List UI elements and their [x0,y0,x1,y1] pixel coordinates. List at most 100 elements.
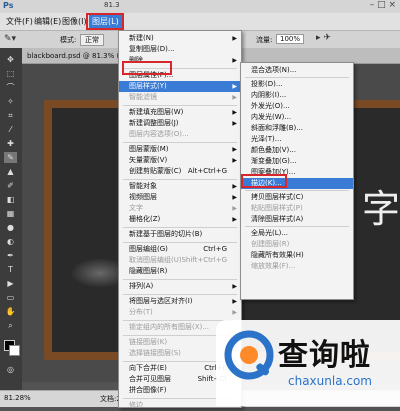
text-tool-icon[interactable]: T [4,264,17,275]
menu-separator [245,190,349,191]
layer-menu-item[interactable]: 排列(A) ▶ [119,281,241,292]
background-color-swatch[interactable] [9,345,20,356]
layer-menu-item[interactable]: 图层蒙版(M) ▶ [119,144,241,155]
history-brush-icon[interactable]: ✐ [4,180,17,191]
eyedropper-tool-icon[interactable]: ⁄ [4,124,17,135]
chalk-character: 字 [362,187,400,231]
submenu-arrow-icon: ▶ [232,109,237,116]
submenu-arrow-icon: ▶ [232,94,237,101]
brush-tool-icon[interactable]: ✎ [4,152,17,163]
eraser-tool-icon[interactable]: ◧ [4,194,17,205]
menu-item-shortcut: Ctrl+G [203,245,227,253]
style-menu-item[interactable]: 混合选项(N)... [241,65,353,76]
layer-menu-item[interactable]: 图层样式(Y) ▶ [119,81,241,92]
menu-separator [123,142,237,143]
menu-item-label: 链接图层(K) [129,338,168,346]
style-menu-item[interactable]: 全局光(L)... [241,228,353,239]
gradient-tool-icon[interactable]: ▦ [4,208,17,219]
mode-label: 模式: [60,36,77,44]
marquee-tool-icon[interactable]: ⬚ [4,68,17,79]
menu-item-label: 图层蒙版(M) [129,145,169,153]
menu-item-label: 投影(D)... [251,80,283,88]
layer-menu-item[interactable]: 复制图层(D)... [119,44,241,55]
layer-menu-item[interactable]: 新建(N) ▶ [119,33,241,44]
layer-menu-item[interactable]: 视频图层 ▶ [119,192,241,203]
layer-menu-item: 取消图层编组(U) Shift+Ctrl+G [119,255,241,266]
menu-item-label: 拼合图像(F) [129,386,167,394]
tools-panel: ✥ ⬚ ⌒ ✧ ⌗ ⁄ ✚ ✎ ▲ ✐ ◧ ▦ ● ◐ ✒ T ▶ ▭ ✋ ⌕ … [0,48,22,390]
highlight-box-layer-style [122,61,172,75]
style-menu-item[interactable]: 内阴影(I)... [241,90,353,101]
menu-item-label: 清除图层样式(A) [251,215,304,223]
status-zoom[interactable]: 81.28% [4,394,31,402]
layer-menu-item[interactable]: 将图层与选区对齐(I) ▶ [119,296,241,307]
style-menu-item[interactable]: 拷贝图层样式(C) [241,192,353,203]
layer-menu-item: 文字 ▶ [119,203,241,214]
submenu-arrow-icon: ▶ [232,83,237,90]
submenu-arrow-icon: ▶ [232,157,237,164]
layer-menu-item[interactable]: 图层编组(G) Ctrl+G [119,244,241,255]
style-menu-item[interactable]: 清除图层样式(A) [241,214,353,225]
blur-tool-icon[interactable]: ● [4,222,17,233]
layer-menu-item[interactable]: 智能对象 ▶ [119,181,241,192]
style-menu-item: 粘贴图层样式(P) [241,203,353,214]
menu-item-label: 新建调整图层(J) [129,119,179,127]
wand-tool-icon[interactable]: ✧ [4,96,17,107]
highlight-box-layer-menu [86,13,124,30]
hand-tool-icon[interactable]: ✋ [4,306,17,317]
stamp-tool-icon[interactable]: ▲ [4,166,17,177]
crop-tool-icon[interactable]: ⌗ [4,110,17,121]
brush-icon[interactable]: ✎▾ [4,34,16,44]
menu-item-label: 新建(N) [129,34,154,42]
submenu-arrow-icon: ▶ [232,298,237,305]
submenu-arrow-icon: ▶ [232,35,237,42]
menu-separator [245,77,349,78]
menu-item-label: 光泽(T)... [251,135,282,143]
menu-item-label: 颜色叠加(V)... [251,146,296,154]
style-menu-item[interactable]: 光泽(T)... [241,134,353,145]
lasso-tool-icon[interactable]: ⌒ [4,82,17,93]
submenu-arrow-icon: ▶ [232,183,237,190]
path-select-icon[interactable]: ▶ [4,278,17,289]
submenu-arrow-icon: ▶ [232,309,237,316]
style-menu-item[interactable]: 渐变叠加(G)... [241,156,353,167]
flow-input[interactable]: 100% [276,34,305,44]
submenu-arrow-icon: ▶ [232,283,237,290]
highlight-box-stroke [241,174,287,188]
mode-select[interactable]: 正常 [80,34,104,46]
dodge-tool-icon[interactable]: ◐ [4,236,17,247]
layer-menu-item[interactable]: 矢量蒙版(V) ▶ [119,155,241,166]
layer-menu-item[interactable]: 创建剪贴蒙版(C) Alt+Ctrl+G [119,166,241,177]
style-menu-item[interactable]: 内发光(W)... [241,112,353,123]
menu-item-label: 文字 [129,204,143,212]
menu-item-label: 合并可见图层 [129,375,171,383]
shape-tool-icon[interactable]: ▭ [4,292,17,303]
airbrush-icon[interactable]: ▸ ✈ [316,33,331,43]
submenu-arrow-icon: ▶ [232,205,237,212]
style-menu-item[interactable]: 隐藏所有效果(H) [241,250,353,261]
heal-tool-icon[interactable]: ✚ [4,138,17,149]
zoom-title[interactable]: 81.3 [104,1,120,9]
layer-menu-item[interactable]: 栅格化(Z) ▶ [119,214,241,225]
zoom-tool-icon[interactable]: ⌕ [4,320,17,331]
layer-menu-item[interactable]: 新建填充图层(W) ▶ [119,107,241,118]
style-menu-item[interactable]: 外发光(O)... [241,101,353,112]
menu-item-label: 全局光(L)... [251,229,289,237]
style-menu-item[interactable]: 颜色叠加(V)... [241,145,353,156]
layer-menu-item[interactable]: 新建调整图层(J) ▶ [119,118,241,129]
menu-item-label: 分布(T) [129,308,153,316]
style-menu-item[interactable]: 投影(D)... [241,79,353,90]
menu-item-label: 斜面和浮雕(B)... [251,124,303,132]
quick-mask-icon[interactable]: ◎ [4,364,17,375]
layer-menu-item: 智能滤镜 ▶ [119,92,241,103]
pen-tool-icon[interactable]: ✒ [4,250,17,261]
move-tool-icon[interactable]: ✥ [4,54,17,65]
window-controls[interactable]: – □ × [370,0,396,10]
menu-file[interactable]: 文件(F) [6,16,33,27]
menu-edit[interactable]: 编辑(E) [34,16,61,27]
layer-menu-item[interactable]: 隐藏图层(R) [119,266,241,277]
style-menu-item[interactable]: 斜面和浮雕(B)... [241,123,353,134]
menu-item-label: 渐变叠加(G)... [251,157,297,165]
menu-image[interactable]: 图像(I) [62,16,87,27]
layer-menu-item[interactable]: 新建基于图层的切片(B) [119,229,241,240]
